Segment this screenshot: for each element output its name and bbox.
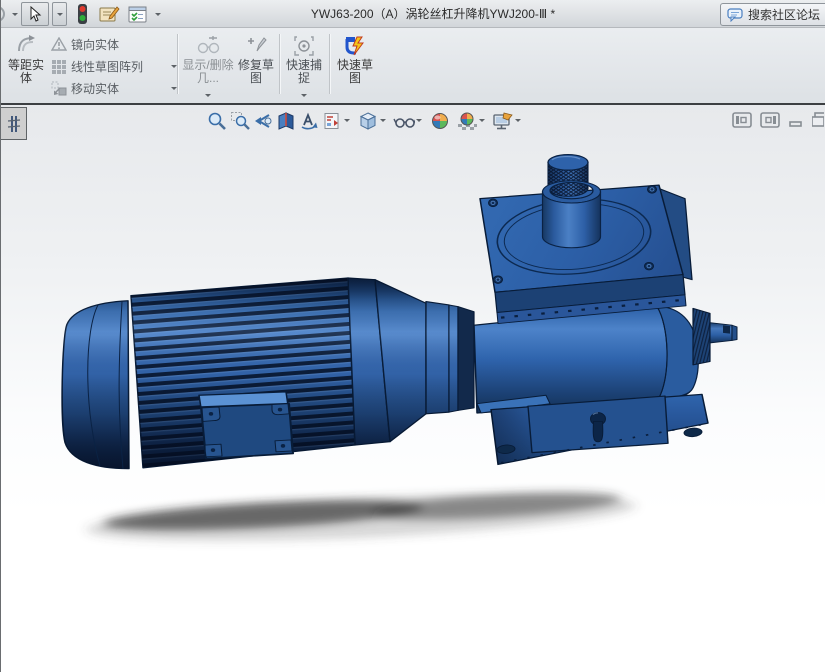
ribbon-separator — [329, 34, 330, 94]
quick-snaps-label: 快速捕捉 — [285, 58, 322, 85]
zoom-to-fit-button[interactable] — [206, 109, 228, 132]
rapid-sketch-icon — [344, 31, 366, 57]
ribbon-separator — [279, 34, 280, 94]
lifting-screw[interactable] — [541, 154, 602, 249]
chevron-down-icon[interactable] — [416, 119, 422, 122]
solidworks-window: YWJ63-200（A）涡轮丝杠升降机YWJ200-Ⅲ * 搜索社区论坛 等距实… — [0, 0, 825, 672]
graphics-viewport[interactable] — [1, 105, 825, 672]
minimize-window-button[interactable] — [788, 112, 804, 128]
shaft-keyway — [723, 325, 730, 334]
collapse-right-pane-button[interactable] — [760, 112, 780, 128]
offset-entities-button[interactable]: 等距实体 — [3, 31, 49, 99]
chevron-down-icon[interactable] — [479, 119, 485, 122]
chevron-down-icon[interactable] — [301, 94, 307, 99]
command-manager-ribbon: 等距实体 镜向实体 线性草图阵列 移动实体 显示/删除几... 修复草图 快速捕… — [1, 28, 825, 105]
move-entities-button[interactable]: 移动实体 — [51, 77, 177, 99]
gearbox-base[interactable] — [476, 393, 709, 466]
quick-snaps-button[interactable]: 快速捕捉 — [283, 31, 325, 99]
zoom-to-fit-icon — [208, 112, 226, 130]
previous-view-icon — [255, 113, 272, 128]
zoom-to-area-button[interactable] — [229, 109, 251, 132]
motor-group[interactable] — [61, 277, 475, 470]
collapse-left-pane-button[interactable] — [732, 112, 752, 128]
linear-pattern-icon — [52, 59, 66, 74]
select-tool-button[interactable] — [21, 2, 49, 26]
repair-sketch-icon — [245, 31, 267, 57]
hide-show-items-button[interactable] — [393, 109, 415, 132]
repair-sketch-button[interactable]: 修复草图 — [235, 31, 277, 99]
chevron-down-icon[interactable] — [515, 119, 521, 122]
linear-sketch-pattern-button[interactable]: 线性草图阵列 — [51, 55, 177, 77]
quick-snaps-icon — [293, 31, 315, 57]
rapid-sketch-button[interactable]: 快速草图 — [332, 31, 378, 99]
heads-up-view-toolbar — [206, 109, 521, 132]
feature-manager-tab[interactable] — [1, 107, 27, 140]
quick-access-toolbar — [1, 0, 161, 28]
rotate-view-icon — [301, 112, 318, 129]
gearbox-group[interactable] — [473, 154, 738, 466]
sketch-tools-rows: 镜向实体 线性草图阵列 移动实体 — [51, 33, 177, 99]
chevron-down-icon[interactable] — [380, 119, 386, 122]
partial-tool-icon[interactable] — [0, 4, 9, 24]
apply-scene-icon — [458, 112, 477, 130]
offset-entities-label: 等距实体 — [7, 58, 44, 85]
chevron-down-icon[interactable] — [205, 94, 211, 99]
zoom-to-area-icon — [231, 111, 250, 130]
section-view-icon — [278, 111, 294, 130]
mirror-entities-label: 镜向实体 — [71, 37, 120, 52]
display-delete-relations-icon — [195, 31, 221, 57]
bell-housing[interactable] — [457, 306, 475, 411]
view-orientation-icon — [324, 112, 339, 129]
search-forum-label: 搜索社区论坛 — [747, 8, 820, 22]
move-entities-icon — [51, 81, 67, 95]
pane-controls — [732, 112, 824, 128]
restore-window-button[interactable] — [812, 112, 824, 128]
design-checker-icon[interactable] — [128, 5, 148, 24]
repair-sketch-label: 修复草图 — [237, 58, 274, 85]
view-settings-icon — [493, 112, 513, 129]
title-bar: YWJ63-200（A）涡轮丝杠升降机YWJ200-Ⅲ * 搜索社区论坛 — [1, 0, 825, 28]
traffic-light-icon[interactable] — [76, 3, 89, 25]
mirror-entities-button[interactable]: 镜向实体 — [51, 33, 177, 55]
select-arrow-icon — [30, 6, 42, 22]
note-properties-icon[interactable] — [98, 4, 120, 24]
ribbon-separator — [177, 34, 178, 94]
speech-bubble-icon — [727, 7, 743, 22]
offset-entities-icon — [14, 31, 38, 57]
linear-pattern-label: 线性草图阵列 — [71, 59, 144, 74]
display-style-icon — [359, 111, 377, 130]
apply-scene-button[interactable] — [456, 109, 478, 132]
display-delete-relations-label: 显示/删除几... — [182, 58, 234, 85]
motor-junction-box[interactable] — [198, 391, 294, 460]
mounting-slot — [683, 427, 703, 438]
chevron-down-icon[interactable] — [344, 119, 350, 122]
search-forum-button[interactable]: 搜索社区论坛 — [719, 3, 825, 26]
eyeglasses-icon — [393, 117, 415, 128]
view-orientation-button[interactable] — [321, 109, 343, 132]
previous-view-button[interactable] — [252, 109, 274, 132]
chevron-down-icon[interactable] — [12, 12, 18, 16]
view-settings-button[interactable] — [492, 109, 514, 132]
sketch-tree-icon — [7, 115, 20, 132]
rapid-sketch-label: 快速草图 — [336, 58, 373, 85]
chevron-down-icon — [56, 12, 63, 16]
move-entities-label: 移动实体 — [71, 81, 120, 96]
mirror-entities-icon — [51, 36, 67, 51]
model-canvas[interactable] — [1, 105, 825, 672]
display-style-button[interactable] — [357, 109, 379, 132]
edit-appearance-button[interactable] — [429, 109, 451, 132]
select-tool-dropdown[interactable] — [52, 2, 67, 26]
rotate-annotation-view-button[interactable] — [298, 109, 320, 132]
window-title: YWJ63-200（A）涡轮丝杠升降机YWJ200-Ⅲ * — [310, 7, 556, 21]
appearance-ball-icon — [432, 112, 448, 129]
section-view-button[interactable] — [275, 109, 297, 132]
scene-floor — [1, 521, 825, 672]
display-delete-relations-button[interactable]: 显示/删除几... — [181, 31, 235, 99]
